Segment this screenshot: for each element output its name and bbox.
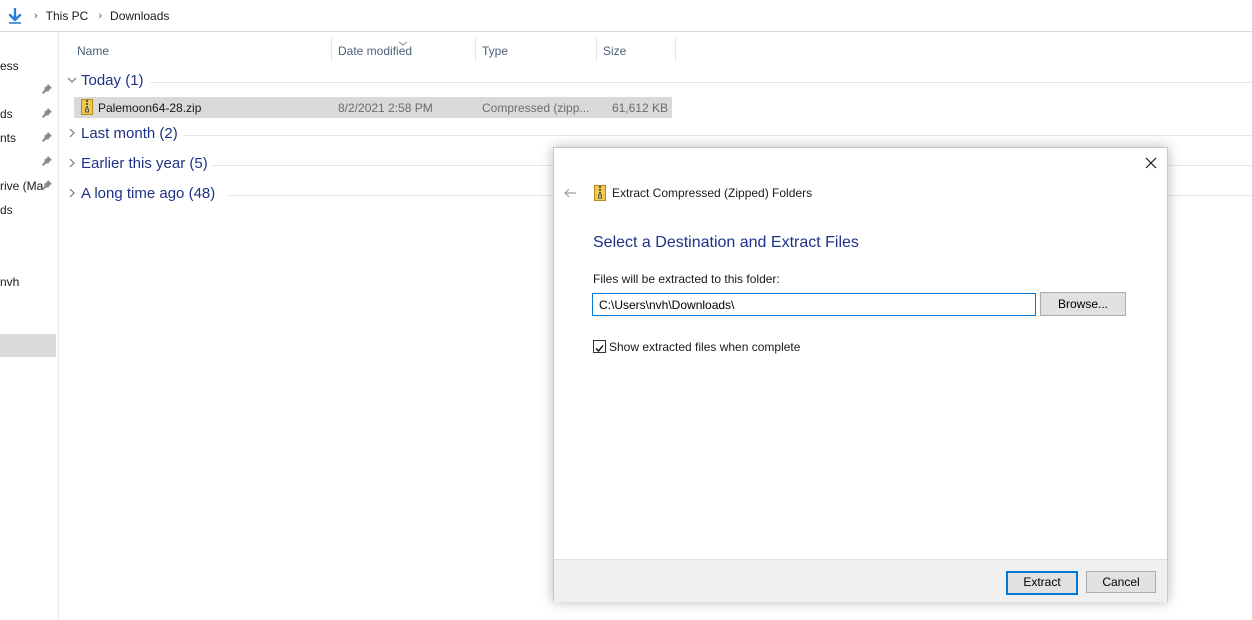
- nav-item-pinned[interactable]: [0, 80, 56, 100]
- show-files-checkbox-label[interactable]: Show extracted files when complete: [609, 340, 800, 354]
- zip-folder-icon: [81, 99, 93, 118]
- nav-item-label: ess: [0, 59, 19, 73]
- dialog-title: Extract Compressed (Zipped) Folders: [612, 186, 813, 200]
- file-name: Palemoon64-28.zip: [98, 101, 202, 115]
- column-header-name[interactable]: Name: [71, 38, 331, 62]
- group-label: Earlier this year (5): [81, 155, 208, 172]
- file-date: 8/2/2021 2:58 PM: [338, 101, 433, 115]
- chevron-right-icon[interactable]: ›: [98, 10, 102, 22]
- destination-label: Files will be extracted to this folder:: [593, 272, 780, 286]
- breadcrumb-this-pc[interactable]: This PC: [46, 9, 89, 23]
- column-header-label: Date modified: [338, 44, 413, 58]
- column-header-label: Type: [482, 44, 509, 58]
- nav-item-selected[interactable]: [0, 334, 56, 357]
- column-header-size[interactable]: Size: [597, 38, 675, 62]
- file-row[interactable]: Palemoon64-28.zip 8/2/2021 2:58 PM Compr…: [74, 97, 672, 118]
- dialog-footer: Extract Cancel: [554, 559, 1167, 602]
- file-type: Compressed (zipp...: [482, 101, 590, 115]
- nav-item-label: rive (Ma: [0, 179, 44, 193]
- chevron-right-icon[interactable]: ›: [34, 10, 38, 22]
- group-divider: [184, 135, 1252, 136]
- close-icon[interactable]: [1144, 156, 1158, 170]
- nav-item-documents[interactable]: nts: [0, 128, 56, 148]
- pin-icon[interactable]: [41, 155, 53, 167]
- show-files-checkbox[interactable]: [593, 340, 606, 353]
- pin-icon[interactable]: [41, 83, 53, 95]
- group-header-last-month[interactable]: Last month (2): [64, 124, 194, 146]
- group-label: Last month (2): [81, 125, 178, 142]
- extract-button[interactable]: Extract: [1006, 571, 1078, 595]
- nav-item-drive[interactable]: rive (Ma: [0, 176, 56, 196]
- nav-item-label: ds: [0, 107, 13, 121]
- cancel-button[interactable]: Cancel: [1086, 571, 1156, 593]
- destination-path-input[interactable]: [592, 293, 1036, 316]
- group-header-earlier-this-year[interactable]: Earlier this year (5): [64, 154, 214, 176]
- nav-item-user[interactable]: nvh: [0, 272, 56, 292]
- navigation-pane: ess ds nts rive (Ma ds nvh: [0, 32, 59, 620]
- nav-item-pictures[interactable]: [0, 152, 56, 172]
- group-divider: [150, 82, 1252, 83]
- nav-item-downloads-2[interactable]: ds: [0, 200, 56, 220]
- checkmark-icon: [595, 345, 604, 352]
- nav-item-downloads[interactable]: ds: [0, 104, 56, 124]
- chevron-right-icon: [66, 126, 78, 140]
- nav-item-label: nvh: [0, 275, 20, 289]
- pin-icon[interactable]: [41, 107, 53, 119]
- browse-button[interactable]: Browse...: [1040, 292, 1126, 316]
- pin-icon[interactable]: [41, 179, 53, 191]
- group-header-long-time-ago[interactable]: A long time ago (48): [64, 184, 229, 206]
- file-size: 61,612 KB: [611, 101, 668, 115]
- zip-folder-icon: [594, 185, 606, 201]
- chevron-right-icon: [66, 186, 78, 200]
- column-header-type[interactable]: Type: [476, 38, 596, 62]
- chevron-down-icon: [66, 73, 78, 87]
- group-label: Today (1): [81, 72, 144, 89]
- extract-dialog: Extract Compressed (Zipped) Folders Sele…: [553, 147, 1168, 602]
- column-header-date-modified[interactable]: Date modified: [332, 38, 475, 62]
- breadcrumb-downloads[interactable]: Downloads: [110, 9, 169, 23]
- nav-item-quick-access[interactable]: ess: [0, 56, 56, 76]
- back-arrow-icon[interactable]: [563, 186, 577, 200]
- column-header-label: Size: [603, 44, 627, 58]
- downloads-arrow-icon: [6, 7, 24, 25]
- dialog-heading: Select a Destination and Extract Files: [593, 234, 859, 251]
- chevron-right-icon: [66, 156, 78, 170]
- group-label: A long time ago (48): [81, 185, 216, 202]
- column-header-label: Name: [77, 44, 110, 58]
- address-bar[interactable]: › This PC › Downloads: [0, 0, 1252, 32]
- pin-icon[interactable]: [41, 131, 53, 143]
- nav-item-label: nts: [0, 131, 17, 145]
- column-divider[interactable]: [675, 38, 676, 62]
- group-header-today[interactable]: Today (1): [64, 71, 154, 93]
- nav-item-label: ds: [0, 203, 13, 217]
